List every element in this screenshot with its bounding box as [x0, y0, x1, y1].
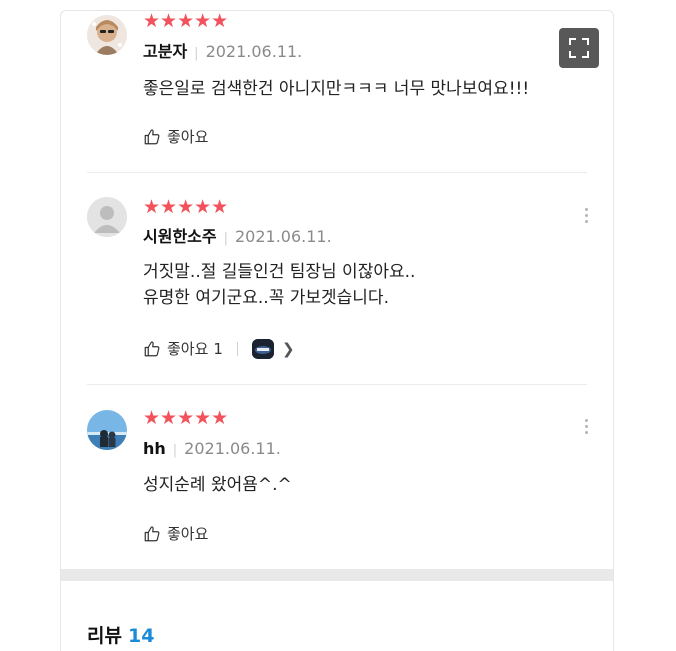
like-label: 좋아요 [167, 340, 209, 358]
review-line: 좋은일로 검색한건 아니지만ㅋㅋㅋ 너무 맛나보여요!!! [143, 79, 530, 99]
divider [87, 384, 587, 385]
owner-reply-avatar[interactable] [251, 339, 274, 359]
review-text: 좋은일로 검색한건 아니지만ㅋㅋㅋ 너무 맛나보여요!!! [143, 76, 529, 102]
review-meta: 시원한소주 | 2021.06.11. [143, 227, 332, 249]
section-divider [61, 569, 613, 581]
like-button[interactable]: 좋아요 1 ❯ [143, 339, 295, 359]
like-label: 좋아요 [167, 525, 209, 543]
meta-separator: | [194, 46, 199, 61]
review-date: 2021.06.11. [235, 227, 332, 246]
rating-stars: ★★★★★ [143, 10, 229, 32]
meta-separator: | [223, 231, 228, 246]
divider [87, 172, 587, 173]
like-separator [236, 342, 238, 356]
review-date: 2021.06.11. [205, 42, 303, 61]
chevron-right-icon[interactable]: ❯ [282, 339, 295, 359]
rating-stars: ★★★★★ [143, 407, 229, 429]
reviewer-name[interactable]: hh [143, 439, 166, 458]
more-options-button[interactable] [583, 419, 589, 437]
more-vertical-icon [584, 208, 588, 211]
like-count: 1 [213, 340, 223, 358]
fullscreen-icon [569, 38, 589, 58]
review-meta: 고분자 | 2021.06.11. [143, 42, 302, 64]
review-line: 성지순례 왔어욤^.^ [143, 475, 292, 495]
more-options-button[interactable] [583, 208, 589, 226]
like-label: 좋아요 [167, 128, 209, 146]
review-card: ★★★★★ 고분자 | 2021.06.11. 좋은일로 검색한건 아니지만ㅋㅋㅋ … [60, 10, 614, 651]
more-vertical-icon [584, 419, 588, 422]
review-line: 유명한 여기군요..꼭 가보겟습니다. [143, 288, 389, 308]
review-text: 거짓말..절 길들인건 팀장님 이잖아요.. 유명한 여기군요..꼭 가보겟습니… [143, 259, 415, 311]
meta-separator: | [172, 443, 178, 458]
review-meta: hh | 2021.06.11. [143, 439, 281, 461]
fullscreen-button[interactable] [559, 28, 599, 68]
avatar[interactable] [87, 410, 127, 450]
reviewer-name[interactable]: 고분자 [143, 42, 187, 61]
thumbs-up-icon [144, 526, 160, 542]
rating-stars: ★★★★★ [143, 196, 229, 218]
reviewer-name[interactable]: 시원한소주 [143, 227, 217, 246]
avatar[interactable] [87, 15, 127, 55]
section-title-label: 리뷰 [87, 625, 122, 647]
reviews-section-title: 리뷰 14 [87, 621, 154, 648]
review-date: 2021.06.11. [184, 439, 281, 458]
like-button[interactable]: 좋아요 [143, 524, 208, 544]
like-button[interactable]: 좋아요 [143, 127, 208, 147]
review-line: 거짓말..절 길들인건 팀장님 이잖아요.. [143, 262, 416, 282]
thumbs-up-icon [144, 129, 160, 145]
thumbs-up-icon [144, 341, 160, 357]
review-count: 14 [127, 625, 155, 647]
avatar[interactable] [87, 197, 127, 237]
review-text: 성지순례 왔어욤^.^ [143, 472, 292, 498]
